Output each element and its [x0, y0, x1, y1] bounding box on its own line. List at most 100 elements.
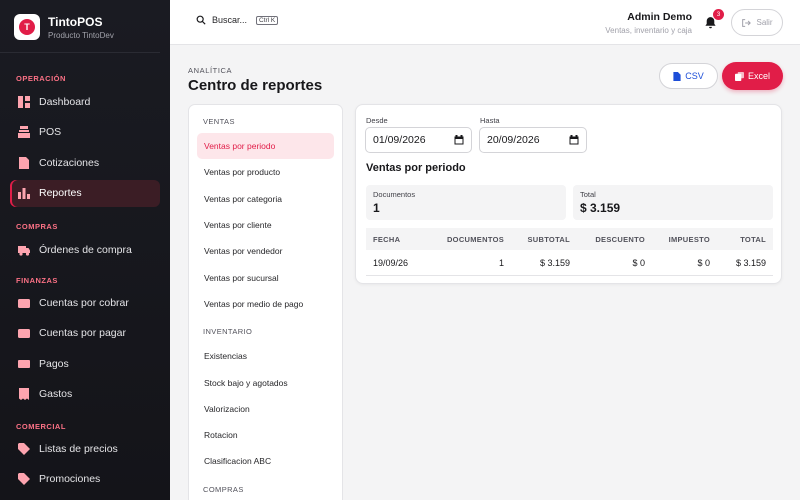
- sidebar-item-label: Promociones: [39, 473, 101, 486]
- export-excel-label: Excel: [747, 71, 770, 81]
- logout-label: Salir: [756, 18, 773, 27]
- from-date-value: 01/09/2026: [373, 134, 426, 146]
- table-cell: $ 3.159: [539, 257, 570, 268]
- sidebar-section-label: Compras: [16, 222, 58, 231]
- report-table: FECHA DOCUMENTOS SUBTOTAL DESCUENTO IMPUESTO…: [366, 228, 773, 276]
- tag-icon: [18, 442, 30, 455]
- report-item[interactable]: Existencias: [197, 343, 334, 369]
- table-column-header[interactable]: FECHA: [366, 235, 428, 244]
- table-cell: 1: [498, 257, 504, 268]
- report-item[interactable]: Ventas por medio de pago: [197, 291, 334, 317]
- user-subtitle: Ventas, inventario y caja: [605, 26, 692, 35]
- notifications-button[interactable]: 3: [704, 9, 724, 30]
- sidebar-item-label: Dashboard: [39, 95, 91, 108]
- sidebar-item-label: Listas de precios: [39, 442, 118, 455]
- sidebar-item-promociones[interactable]: Promociones: [10, 466, 160, 493]
- report-card: Desde 01/09/2026 Hasta 20/09/2026 Ventas…: [355, 104, 782, 284]
- sidebar-item-label: Cuentas por cobrar: [39, 296, 129, 309]
- report-item[interactable]: Ventas por producto: [197, 159, 334, 185]
- stat-value: $ 3.159: [580, 201, 621, 215]
- report-list: Ventas Ventas por periodo Ventas por produ…: [188, 104, 343, 500]
- table-cell: 19/09/26: [373, 257, 409, 268]
- sidebar-item-reportes[interactable]: Reportes: [10, 179, 160, 207]
- table-column-header[interactable]: DESCUENTO: [570, 235, 645, 244]
- logout-icon: [742, 18, 752, 27]
- to-date-label: Hasta: [480, 116, 500, 125]
- money-icon: [18, 358, 30, 370]
- table-cell: $ 0: [632, 257, 645, 268]
- table-column-header[interactable]: IMPUESTO: [645, 235, 710, 244]
- sidebar-item-label: Reportes: [39, 187, 82, 200]
- sidebar-section-label: Finanzas: [16, 276, 58, 285]
- sidebar-item-pos[interactable]: POS: [10, 119, 160, 146]
- calendar-icon: [569, 135, 579, 145]
- table-row: 19/09/26 1 $ 3.159 $ 0 $ 0 $ 3.159: [366, 250, 773, 276]
- truck-icon: [18, 244, 30, 256]
- brand-title: TintoPOS: [48, 14, 103, 29]
- tag-icon: [18, 473, 30, 486]
- report-title: Ventas por periodo: [366, 162, 466, 174]
- export-csv-button[interactable]: CSV: [659, 63, 718, 89]
- sidebar-item-cotizaciones[interactable]: Cotizaciones: [10, 149, 160, 176]
- sidebar-item-label: Cotizaciones: [39, 156, 100, 169]
- brand[interactable]: T TintoPOS Producto TintoDev: [0, 0, 160, 53]
- to-date-input[interactable]: 20/09/2026: [479, 127, 587, 153]
- sidebar-item-cuentas-por-pagar[interactable]: Cuentas por pagar: [10, 320, 160, 347]
- report-item[interactable]: Clasificacion ABC: [197, 448, 334, 474]
- table-column-header[interactable]: SUBTOTAL: [504, 235, 570, 244]
- notifications-badge: 3: [713, 9, 724, 20]
- table-column-header[interactable]: TOTAL: [710, 235, 766, 244]
- stat-total: Total $ 3.159: [573, 185, 773, 220]
- brand-subtitle: Producto TintoDev: [48, 30, 114, 40]
- register-icon: [18, 126, 30, 139]
- report-item[interactable]: Ventas por periodo: [197, 133, 334, 160]
- report-item[interactable]: Valorizacion: [197, 396, 334, 422]
- report-item[interactable]: Stock bajo y agotados: [197, 369, 334, 395]
- receipt-icon: [18, 388, 30, 401]
- report-group-label: Compras: [203, 484, 244, 494]
- sidebar-item-label: Gastos: [39, 388, 73, 401]
- brand-logo-letter: T: [19, 19, 35, 35]
- sidebar-section-label: Operación: [16, 74, 66, 83]
- file-icon: [673, 71, 681, 81]
- export-excel-button[interactable]: Excel: [722, 62, 783, 90]
- sidebar-item-ordenes-de-compra[interactable]: Órdenes de compra: [10, 236, 160, 263]
- sidebar-item-dashboard[interactable]: Dashboard: [10, 88, 160, 115]
- copy-icon: [734, 71, 744, 81]
- table-column-header[interactable]: DOCUMENTOS: [428, 235, 504, 244]
- table-body: 19/09/26 1 $ 3.159 $ 0 $ 0 $ 3.159: [366, 250, 773, 276]
- from-date-input[interactable]: 01/09/2026: [365, 127, 472, 153]
- export-csv-label: CSV: [685, 71, 704, 81]
- sidebar-item-label: POS: [39, 126, 62, 139]
- report-item[interactable]: Ventas por sucursal: [197, 264, 334, 290]
- user-info[interactable]: Admin Demo Ventas, inventario y caja: [605, 11, 692, 35]
- table-header: FECHA DOCUMENTOS SUBTOTAL DESCUENTO IMPUESTO…: [366, 228, 773, 250]
- sidebar-item-label: Pagos: [39, 357, 69, 370]
- report-item[interactable]: Rotacion: [197, 422, 334, 448]
- search-label: Buscar...: [212, 15, 248, 25]
- topbar: Buscar... Ctrl K Admin Demo Ventas, inve…: [170, 0, 800, 45]
- brand-logo: T: [14, 14, 40, 40]
- sidebar-item-gastos[interactable]: Gastos: [10, 381, 160, 408]
- search-shortcut: Ctrl K: [256, 15, 279, 25]
- user-name: Admin Demo: [627, 11, 692, 23]
- sidebar-item-listas-de-precios[interactable]: Listas de precios: [10, 435, 160, 462]
- page-title: Centro de reportes: [188, 77, 323, 94]
- stat-documents: Documentos 1: [366, 185, 566, 220]
- from-date-label: Desde: [366, 116, 388, 125]
- sidebar: T TintoPOS Producto TintoDev Operación D…: [0, 0, 170, 500]
- sidebar-item-label: Órdenes de compra: [39, 243, 132, 256]
- report-item[interactable]: Ventas por vendedor: [197, 238, 334, 264]
- logout-button[interactable]: Salir: [731, 9, 783, 36]
- report-item[interactable]: Ventas por categoria: [197, 186, 334, 212]
- sidebar-item-cuentas-por-cobrar[interactable]: Cuentas por cobrar: [10, 289, 160, 316]
- stat-value: 1: [373, 201, 380, 215]
- document-icon: [18, 156, 30, 169]
- bar-chart-icon: [18, 187, 30, 200]
- report-group-label: Inventario: [203, 327, 253, 337]
- sidebar-item-pagos[interactable]: Pagos: [10, 350, 160, 377]
- search-trigger[interactable]: Buscar... Ctrl K: [196, 15, 279, 25]
- report-item[interactable]: Ventas por cliente: [197, 212, 334, 238]
- to-date-value: 20/09/2026: [487, 134, 540, 146]
- table-cell: $ 3.159: [735, 257, 766, 268]
